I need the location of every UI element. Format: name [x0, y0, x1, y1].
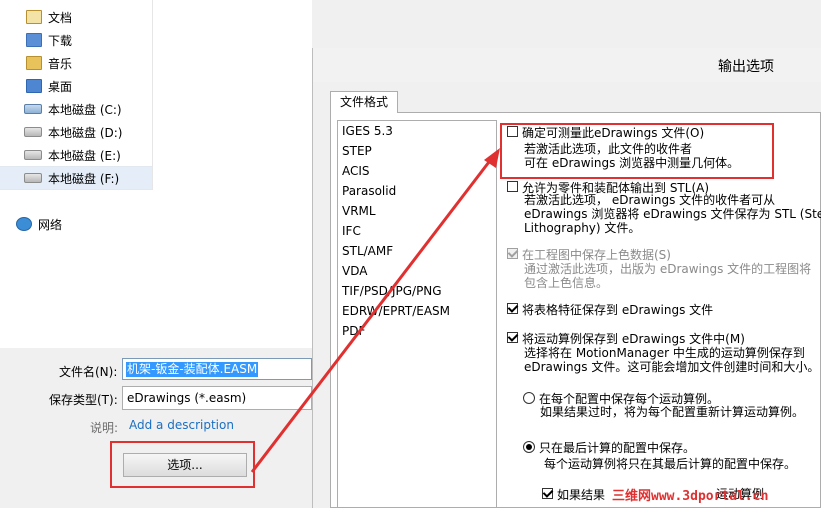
annotation-arrow	[250, 148, 500, 473]
arrow-shaft	[250, 157, 494, 473]
